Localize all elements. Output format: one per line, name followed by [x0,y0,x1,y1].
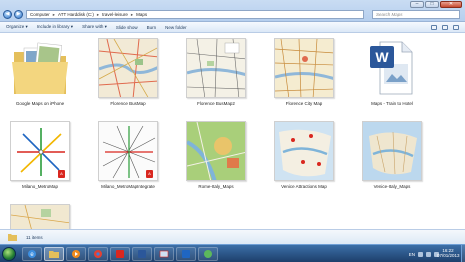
help-icon[interactable] [453,25,459,30]
item-count: 11 items [26,235,43,240]
chrome-icon[interactable] [88,247,108,261]
system-tray: EN [409,247,439,261]
outlook-icon[interactable] [176,247,196,261]
word-document-icon: W [362,38,422,98]
breadcrumb-separator: ▸ [130,11,134,17]
file-name: Venice-Italy_Maps [373,184,411,189]
minimize-button[interactable]: – [410,1,424,8]
svg-text:W: W [375,49,389,65]
network-icon[interactable] [418,251,423,257]
forward-button[interactable]: ▶ [14,10,23,19]
breadcrumb-computer[interactable]: Computer [30,12,50,17]
preview-pane-icon[interactable] [442,25,448,30]
address-bar[interactable]: Computer ▸ ATT Harddisk (C:) ▸ travel-le… [26,10,364,19]
maximize-button[interactable]: □ [425,1,439,8]
snipping-icon[interactable] [154,247,174,261]
language-indicator[interactable]: EN [409,252,415,257]
clock[interactable]: 16:22 07/01/2013 [437,248,460,258]
file-name: Rome-Italy_Maps [198,184,234,189]
file-name: Milano_MetroMapIntegrate [101,184,155,189]
breadcrumb-separator: ▸ [96,11,100,17]
map-thumbnail [274,38,334,98]
pdf-icon: A [58,170,65,178]
pdf-thumbnail: A [10,121,70,181]
slide-show-button[interactable]: Slide show [116,25,138,30]
include-in-library-button[interactable]: Include in library ▾ [37,24,73,30]
clock-date: 07/01/2013 [437,253,460,258]
file-name: Florence BusMap2 [197,101,235,106]
acrobat-icon[interactable] [110,247,130,261]
map-thumbnail [186,38,246,98]
folder-icon [10,38,70,98]
volume-icon[interactable] [426,251,431,257]
media-player-icon[interactable] [66,247,86,261]
command-bar: Organize ▾ Include in library ▾ Share wi… [0,22,465,33]
file-name: Maps - Train to Hotel [371,101,413,106]
file-name: Milano_MetroMap [21,184,58,189]
ie-icon[interactable]: e [22,247,42,261]
map-thumbnail [186,121,246,181]
breadcrumb-drive[interactable]: ATT Harddisk (C:) [58,12,94,17]
explorer-icon[interactable] [44,247,64,261]
map-thumbnail [274,121,334,181]
start-button[interactable] [2,247,16,261]
new-folder-button[interactable]: New folder [165,25,187,30]
file-name: Florence City Map [285,101,323,106]
map-thumbnail [362,121,422,181]
window-controls: – □ ✕ [410,1,462,8]
back-button[interactable]: ◀ [3,10,12,19]
file-name: Venice Attractions Map [281,184,327,189]
burn-button[interactable]: Burn [147,25,157,30]
show-desktop-button[interactable] [461,245,465,262]
share-with-button[interactable]: Share with ▾ [82,24,107,30]
address-row: – □ ✕ ◀ ▶ Computer ▸ ATT Harddisk (C:) ▸… [0,0,465,22]
pdf-thumbnail: A [98,121,158,181]
breadcrumb-travel-leisure[interactable]: travel-leisure [102,12,128,17]
breadcrumb-maps[interactable]: Maps [136,12,147,17]
organize-button[interactable]: Organize ▾ [6,24,28,30]
pdf-icon: A [146,170,153,178]
word-icon[interactable] [132,247,152,261]
change-view-icon[interactable] [431,25,437,30]
breadcrumb-separator: ▸ [52,11,56,17]
file-name: Florence BusMap [110,101,146,106]
map-thumbnail [10,204,70,229]
chat-icon[interactable] [198,247,218,261]
details-pane: 11 items [0,229,465,244]
search-input[interactable]: Search Maps [372,10,460,19]
close-button[interactable]: ✕ [440,1,462,8]
view-controls [431,25,459,30]
folder-icon [8,234,17,241]
map-thumbnail [98,38,158,98]
taskbar: e EN 16:22 07/01/2013 [0,244,465,262]
file-name: Google Maps on iPhone [15,101,65,106]
file-list: Google Maps on iPhone Florence BusMap Fl [0,33,465,229]
